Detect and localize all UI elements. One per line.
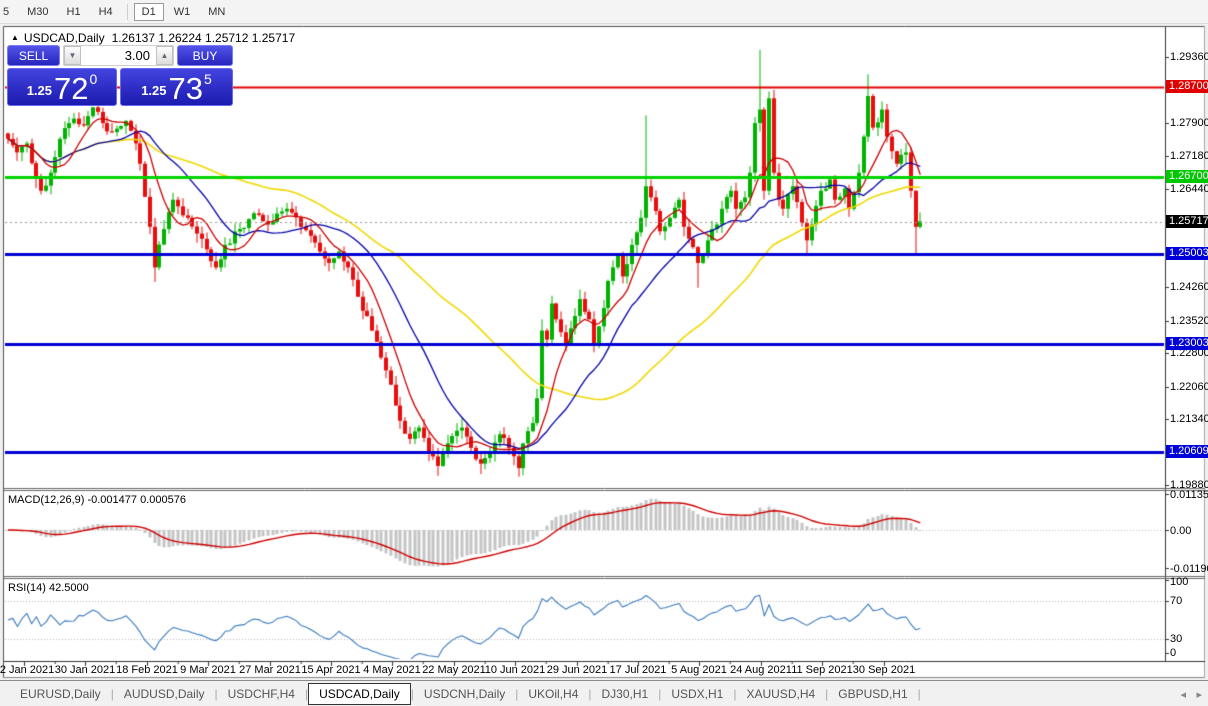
timeframe-button-D1[interactable]: D1 <box>133 2 164 21</box>
rsi-pane-header: RSI(14) 42.5000 <box>8 582 89 594</box>
tab-USDCNH-Daily[interactable]: USDCNH,Daily <box>414 683 515 705</box>
ask-prefix: 1.25 <box>141 83 167 98</box>
price-marker-label: 1.20609 <box>1166 445 1208 458</box>
tab-USDCAD-Daily[interactable]: USDCAD,Daily <box>308 682 411 705</box>
volume-increase-icon[interactable]: ▲ <box>156 46 173 65</box>
sell-button[interactable]: SELL <box>7 45 60 66</box>
date-label: 5 Aug 2021 <box>671 664 727 676</box>
price-tick-label: 1.26440 <box>1170 183 1208 195</box>
date-label: 17 Jul 2021 <box>609 664 667 676</box>
price-tick-label: 1.27180 <box>1170 150 1208 162</box>
tab-XAUUSD-H4[interactable]: XAUUSD,H4 <box>736 683 825 705</box>
ask-price-panel[interactable]: 1.25 73 5 <box>120 68 233 106</box>
chart-title: ▲ USDCAD,Daily 1.26137 1.26224 1.25712 1.2… <box>11 31 295 45</box>
date-label: 29 Jun 2021 <box>546 664 608 676</box>
mt4-application: 5 M30 H1 H4 D1 W1 MN ▲ USDCAD,Daily 1.26137 1.26… <box>0 0 1208 706</box>
toolbar-separator <box>126 3 128 20</box>
macd-tick-label: -0.01190 <box>1170 563 1208 575</box>
date-label: 24 Aug 2021 <box>730 664 792 676</box>
timeframe-button-MN[interactable]: MN <box>200 3 233 21</box>
timeframe-button-5[interactable]: 5 <box>1 3 17 21</box>
volume-decrease-icon[interactable]: ▼ <box>64 46 81 65</box>
collapse-trade-panel-icon[interactable]: ▲ <box>11 33 19 42</box>
bid-prefix: 1.25 <box>26 83 53 98</box>
date-label: 9 Mar 2021 <box>180 664 236 676</box>
tab-EURUSD-Daily[interactable]: EURUSD,Daily <box>10 683 111 705</box>
tab-scroll-left-icon[interactable]: ◂ <box>1180 688 1186 701</box>
macd-pane-header: MACD(12,26,9) -0.001477 0.000576 <box>8 494 186 506</box>
bid-price-panel[interactable]: 1.25 72 0 <box>7 68 117 106</box>
timeframe-toolbar: 5 M30 H1 H4 D1 W1 MN <box>0 0 1208 24</box>
price-tick-label: 1.22060 <box>1170 381 1208 393</box>
rsi-tick-label: 0 <box>1170 647 1177 659</box>
rsi-tick-label: 100 <box>1170 576 1189 588</box>
date-label: 27 Mar 2021 <box>239 664 301 676</box>
price-marker-label: 1.28700 <box>1166 80 1208 93</box>
tab-UKOil-H4[interactable]: UKOil,H4 <box>518 683 588 705</box>
chart-symbol-label: USDCAD,Daily <box>23 31 105 45</box>
timeframe-button-H1[interactable]: H1 <box>59 3 89 21</box>
price-marker-label: 1.23003 <box>1166 337 1208 350</box>
date-label: 11 Sep 2021 <box>791 664 853 676</box>
macd-tick-label: 0.00 <box>1170 525 1192 537</box>
price-tick-label: 1.29360 <box>1170 51 1208 63</box>
chart-ohlc-values: 1.26137 1.26224 1.25712 1.25717 <box>111 31 296 45</box>
tab-scroll-right-icon[interactable]: ▸ <box>1196 688 1202 701</box>
date-label: 18 Feb 2021 <box>116 664 178 676</box>
buy-button[interactable]: BUY <box>177 45 233 66</box>
timeframe-button-W1[interactable]: W1 <box>166 3 199 21</box>
chart-tab-bar: EURUSD,Daily | AUDUSD,Daily | USDCHF,H4 | USDC… <box>0 680 1208 706</box>
price-tick-label: 1.23520 <box>1170 315 1208 327</box>
timeframe-button-M30[interactable]: M30 <box>19 3 56 21</box>
volume-input[interactable]: 3.00 <box>81 46 156 65</box>
macd-tick-label: 0.01135 <box>1170 489 1208 501</box>
date-label: 4 May 2021 <box>363 664 421 676</box>
ask-pip-digit: 5 <box>204 71 212 87</box>
tab-USDCHF-H4[interactable]: USDCHF,H4 <box>218 683 305 705</box>
volume-group: ▼ 3.00 ▲ <box>63 45 174 66</box>
rsi-tick-label: 70 <box>1170 595 1183 607</box>
tab-GBPUSD-H1[interactable]: GBPUSD,H1 <box>828 683 917 705</box>
price-tick-label: 1.27900 <box>1170 117 1208 129</box>
price-marker-label: 1.25003 <box>1166 247 1208 260</box>
price-tick-label: 1.24260 <box>1170 281 1208 293</box>
date-label: 22 May 2021 <box>422 664 486 676</box>
ask-big-digits: 73 <box>168 71 203 106</box>
timeframe-button-H4[interactable]: H4 <box>91 3 121 21</box>
price-marker-label: 1.26700 <box>1166 170 1208 183</box>
bid-big-digits: 72 <box>54 71 89 106</box>
price-tick-label: 1.21340 <box>1170 413 1208 425</box>
price-marker-label: 1.25717 <box>1166 215 1208 228</box>
date-label: 30 Sep 2021 <box>852 664 916 676</box>
tab-USDX-H1[interactable]: USDX,H1 <box>661 683 733 705</box>
tab-DJ30-H1[interactable]: DJ30,H1 <box>592 683 659 705</box>
date-label: 30 Jan 2021 <box>54 664 116 676</box>
one-click-trading-panel: SELL ▼ 3.00 ▲ BUY 1.25 72 0 1.25 73 5 <box>7 45 233 106</box>
bid-pip-digit: 0 <box>89 71 98 87</box>
tab-AUDUSD-Daily[interactable]: AUDUSD,Daily <box>114 683 215 705</box>
date-label: 15 Apr 2021 <box>301 664 361 676</box>
tab-separator: | <box>917 686 921 701</box>
rsi-tick-label: 30 <box>1170 633 1183 645</box>
date-label: 10 Jun 2021 <box>484 664 546 676</box>
